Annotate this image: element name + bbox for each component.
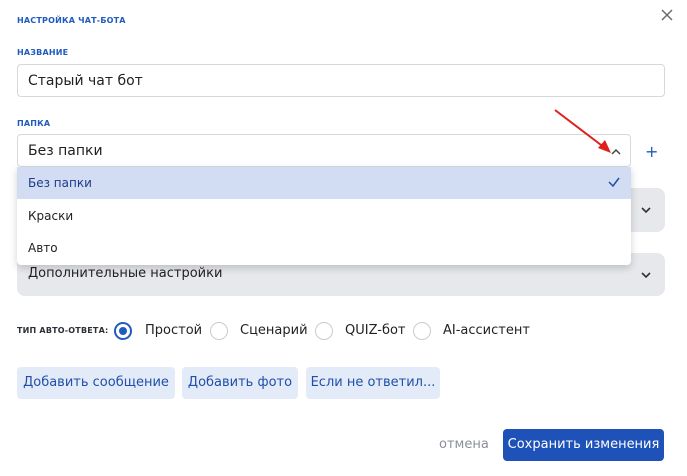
additional-settings-label: Дополнительные настройки bbox=[28, 266, 223, 281]
radio-scenario[interactable] bbox=[210, 322, 228, 340]
radio-scenario-label[interactable]: Сценарий bbox=[240, 323, 308, 338]
folder-option[interactable]: Краски bbox=[17, 200, 631, 232]
folder-option[interactable]: Без папки bbox=[17, 167, 631, 199]
save-button[interactable]: Сохранить изменения bbox=[503, 429, 664, 461]
folder-option[interactable]: Авто bbox=[17, 232, 631, 264]
radio-simple[interactable] bbox=[114, 322, 132, 340]
folder-label: папка bbox=[17, 119, 51, 128]
radio-ai-label[interactable]: AI-ассистент bbox=[443, 323, 530, 338]
radio-simple-label[interactable]: Простой bbox=[145, 323, 202, 338]
radio-quiz[interactable] bbox=[315, 322, 333, 340]
folder-dropdown: Без папки Краски Авто bbox=[17, 167, 631, 265]
chevron-down-icon[interactable] bbox=[638, 202, 654, 218]
folder-option-label: Без папки bbox=[28, 176, 92, 190]
add-message-button[interactable]: Добавить сообщение bbox=[17, 367, 175, 399]
name-input[interactable]: Старый чат бот bbox=[17, 64, 665, 97]
radio-quiz-label[interactable]: QUIZ-бот bbox=[345, 323, 406, 338]
dialog-title: настройка чат-бота bbox=[17, 16, 126, 25]
if-no-answer-button[interactable]: Если не ответил... bbox=[306, 367, 440, 399]
add-folder-button[interactable]: + bbox=[645, 142, 658, 161]
folder-option-label: Авто bbox=[28, 241, 58, 255]
check-icon bbox=[607, 175, 621, 192]
folder-select[interactable]: Без папки bbox=[17, 134, 631, 167]
name-input-value: Старый чат бот bbox=[28, 73, 143, 89]
folder-select-value: Без папки bbox=[28, 143, 103, 159]
cancel-button[interactable]: отмена bbox=[439, 437, 489, 452]
auto-reply-label: тип авто-ответа: bbox=[17, 326, 109, 335]
close-icon[interactable] bbox=[660, 7, 674, 21]
folder-option-label: Краски bbox=[28, 209, 74, 223]
add-photo-button[interactable]: Добавить фото bbox=[182, 367, 298, 399]
name-label: название bbox=[17, 48, 69, 57]
chevron-down-icon[interactable] bbox=[638, 267, 654, 283]
radio-ai[interactable] bbox=[413, 322, 431, 340]
annotation-arrow bbox=[553, 108, 613, 156]
